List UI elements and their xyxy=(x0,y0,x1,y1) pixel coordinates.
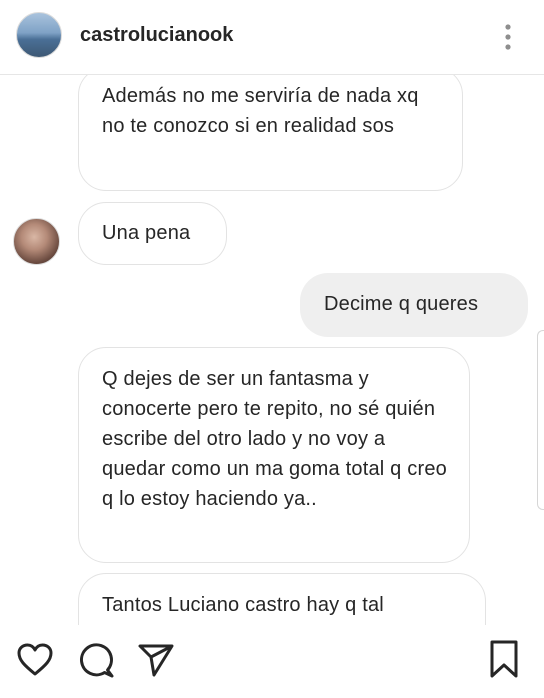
message-text: Además no me serviría de nada xq no te c… xyxy=(102,85,419,137)
more-options-icon[interactable] xyxy=(496,20,520,54)
username[interactable]: castrolucianook xyxy=(80,24,233,47)
message-bubble-incoming: Una pena xyxy=(78,202,227,265)
message-thread[interactable]: Además no me serviría de nada xq no te c… xyxy=(0,75,544,625)
message-text: Q dejes de ser un fantasma y conocerte p… xyxy=(102,368,447,510)
heart-icon[interactable] xyxy=(16,642,54,678)
avatar[interactable] xyxy=(16,12,62,58)
comment-icon[interactable] xyxy=(79,641,115,679)
bookmark-icon[interactable] xyxy=(488,639,520,679)
message-text: Una pena xyxy=(102,222,191,244)
action-bar xyxy=(0,625,544,698)
message-text: Decime q queres xyxy=(324,293,479,315)
message-bubble-incoming: Tantos Luciano castro hay q tal xyxy=(78,573,486,625)
chat-header: castrolucianook xyxy=(0,0,544,75)
scroll-indicator[interactable] xyxy=(537,330,544,510)
message-bubble-incoming: Q dejes de ser un fantasma y conocerte p… xyxy=(78,347,470,563)
message-bubble-outgoing: Decime q queres xyxy=(300,273,528,337)
sender-avatar[interactable] xyxy=(13,218,60,265)
message-text: Tantos Luciano castro hay q tal xyxy=(102,594,384,616)
paper-plane-icon[interactable] xyxy=(137,642,175,678)
message-bubble-incoming: Además no me serviría de nada xq no te c… xyxy=(78,75,463,191)
